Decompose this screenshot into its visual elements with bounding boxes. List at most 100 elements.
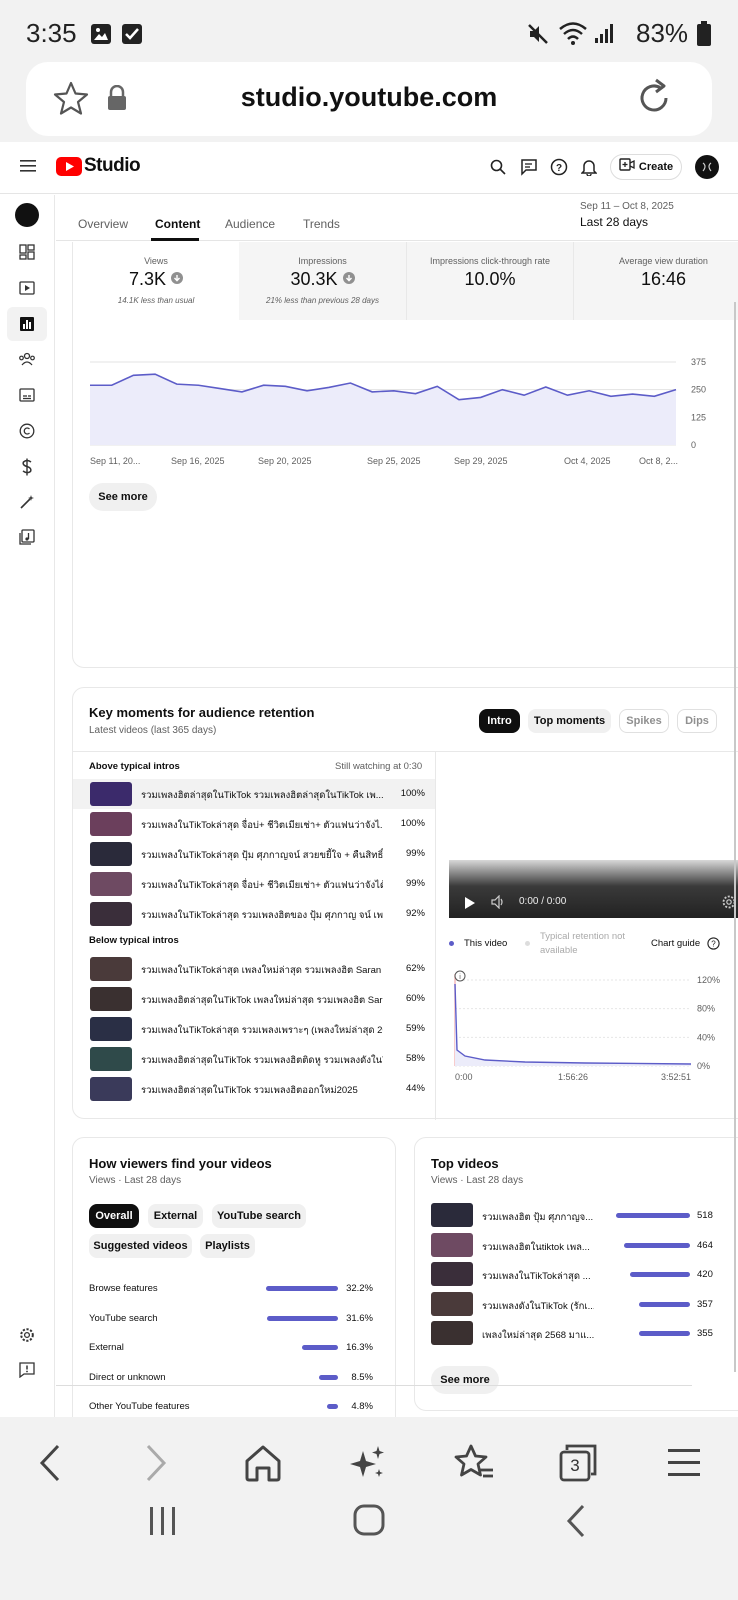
studio-page: Studio ? Create Overview Content Audienc…	[0, 142, 738, 1417]
metric-avd-label: Average view duration	[619, 256, 708, 266]
analytics-icon[interactable]	[19, 316, 35, 337]
retention-video-row[interactable]: รวมเพลงฮิตล่าสุดในTikTok รวมเพลงฮิตออกให…	[73, 1074, 435, 1104]
retention-video-row[interactable]: รวมเพลงในTikTokล่าสุด รวมเพลงฮิตของ ปุ้ม…	[73, 899, 435, 929]
top-video-row[interactable]: รวมเพลงฮิตในtiktok เพล... 464	[415, 1232, 738, 1258]
top-video-row[interactable]: เพลงใหม่ล่าสุด 2568 มาแ... 355	[415, 1320, 738, 1346]
channel-avatar[interactable]	[15, 203, 39, 227]
top-video-row[interactable]: รวมเพลงในTikTokล่าสุด ... 420	[415, 1261, 738, 1287]
retention-video-row[interactable]: รวมเพลงในTikTokล่าสุด เพลงใหม่ล่าสุด รวม…	[73, 954, 435, 984]
metric-views-value: 7.3K	[128, 269, 167, 289]
chip-external[interactable]: External	[148, 1204, 203, 1228]
battery-icon	[696, 21, 712, 52]
notifications-bell-icon[interactable]	[580, 158, 598, 181]
chip-top-moments[interactable]: Top moments	[528, 709, 611, 733]
page-scrollbar[interactable]	[734, 302, 736, 1372]
above-typical-heading: Above typical intros	[89, 761, 180, 772]
chip-youtube-search[interactable]: YouTube search	[212, 1204, 306, 1228]
see-more-button[interactable]: See more	[89, 483, 157, 511]
chart-guide-help-icon[interactable]: ?	[707, 937, 720, 955]
volume-icon[interactable]	[491, 894, 507, 914]
traffic-source-label: Direct or unknown	[89, 1371, 166, 1383]
search-icon[interactable]	[490, 159, 506, 180]
home-icon[interactable]	[243, 1444, 283, 1482]
retention-video-row[interactable]: รวมเพลงในTikTokล่าสุด จื่อบ่+ ชีวิตเมียเ…	[73, 809, 435, 839]
top-videos-see-more-button[interactable]: See more	[431, 1366, 499, 1394]
metric-views-label: Views	[144, 256, 168, 266]
left-rail	[0, 195, 55, 1417]
help-icon[interactable]: ?	[550, 158, 568, 181]
date-range-picker[interactable]: Sep 11 – Oct 8, 2025 Last 28 days	[580, 201, 730, 235]
system-home-icon[interactable]	[353, 1504, 385, 1541]
chip-intro[interactable]: Intro	[479, 709, 520, 733]
traffic-source-bar	[267, 1315, 338, 1321]
community-icon[interactable]	[18, 351, 36, 372]
retention-percent: 60%	[405, 993, 425, 1004]
retention-area	[455, 984, 691, 1066]
chip-spikes[interactable]: Spikes	[619, 709, 669, 733]
tabs-icon[interactable]: 3	[558, 1443, 598, 1483]
retention-video-row[interactable]: รวมเพลงในTikTokล่าสุด จื่อบ่+ ชีวิตเมียเ…	[73, 869, 435, 899]
copyright-icon[interactable]	[19, 423, 35, 444]
reload-icon[interactable]	[632, 76, 676, 125]
traffic-source-row: Direct or unknown 8.5%	[73, 1367, 397, 1391]
audio-library-icon[interactable]	[19, 529, 35, 550]
metric-views-tab[interactable]: Views 7.3K 14.1K less than usual	[73, 242, 239, 320]
create-label: Create	[638, 161, 674, 173]
retention-x-tick: 0:00	[455, 1072, 473, 1082]
video-title: รวมเพลงฮิตล่าสุดในTikTok รวมเพลงฮิตล่าสุ…	[141, 790, 383, 801]
dashboard-icon[interactable]	[19, 244, 35, 265]
send-feedback-icon[interactable]	[19, 1362, 35, 1383]
metric-avd-tab[interactable]: Average view duration 16:46	[573, 242, 738, 320]
earn-dollar-icon[interactable]	[20, 458, 34, 481]
views-y-tick: 375	[691, 357, 706, 367]
system-back-icon[interactable]	[566, 1504, 586, 1543]
retention-video-row[interactable]: รวมเพลงฮิตล่าสุดในTikTok เพลงใหม่ล่าสุด …	[73, 984, 435, 1014]
retention-video-row[interactable]: รวมเพลงฮิตล่าสุดในTikTok รวมเพลงฮิตติดหู…	[73, 1044, 435, 1074]
views-y-tick: 0	[691, 440, 696, 450]
account-avatar[interactable]	[695, 155, 719, 179]
tab-overview[interactable]: Overview	[78, 217, 128, 231]
youtube-logo-icon[interactable]	[56, 157, 82, 181]
chip-playlists[interactable]: Playlists	[200, 1234, 255, 1258]
traffic-source-label: Browse features	[89, 1283, 158, 1294]
play-icon[interactable]	[465, 896, 475, 914]
retention-video-row[interactable]: รวมเพลงฮิตล่าสุดในTikTok รวมเพลงฮิตล่าสุ…	[73, 779, 435, 809]
chart-guide-link[interactable]: Chart guide	[651, 938, 700, 949]
forward-icon[interactable]	[142, 1443, 170, 1483]
content-icon[interactable]	[19, 280, 35, 301]
feedback-icon[interactable]	[520, 158, 538, 181]
metric-ctr-tab[interactable]: Impressions click-through rate 10.0%	[406, 242, 573, 320]
legend-this-video: This video	[464, 938, 508, 949]
retention-info-icon[interactable]: i	[454, 970, 466, 982]
chip-overall[interactable]: Overall	[89, 1204, 139, 1228]
menu-icon[interactable]	[668, 1447, 700, 1479]
traffic-source-percent: 8.5%	[351, 1371, 373, 1383]
video-thumbnail	[431, 1321, 473, 1345]
subtitles-icon[interactable]	[19, 387, 35, 408]
settings-gear-icon[interactable]	[19, 1327, 35, 1348]
create-button[interactable]: Create	[610, 154, 682, 180]
tab-audience[interactable]: Audience	[225, 217, 275, 231]
traffic-source-label: YouTube search	[89, 1312, 158, 1324]
metric-impressions-tab[interactable]: Impressions 30.3K 21% less than previous…	[239, 242, 406, 320]
video-thumbnail	[90, 812, 132, 836]
video-player[interactable]: 0:00 / 0:00	[449, 860, 738, 918]
tab-content[interactable]: Content	[155, 217, 200, 231]
chip-suggested-videos[interactable]: Suggested videos	[89, 1234, 192, 1258]
bookmarks-icon[interactable]	[453, 1443, 495, 1483]
chip-dips[interactable]: Dips	[677, 709, 717, 733]
hamburger-menu-icon[interactable]	[20, 159, 36, 178]
top-video-title: เพลงใหม่ล่าสุด 2568 มาแ...	[482, 1330, 594, 1341]
url-bar[interactable]: studio.youtube.com	[26, 62, 712, 136]
url-text[interactable]: studio.youtube.com	[26, 82, 712, 113]
top-video-row[interactable]: รวมเพลงดังในTikTok (รักเ... 357	[415, 1291, 738, 1317]
traffic-sources-card: How viewers find your videos Views · Las…	[72, 1137, 396, 1417]
retention-video-row[interactable]: รวมเพลงในTikTokล่าสุด รวมเพลงเพราะๆ (เพล…	[73, 1014, 435, 1044]
tab-trends[interactable]: Trends	[303, 217, 340, 231]
retention-video-row[interactable]: รวมเพลงในTikTokล่าสุด ปุ้ม ศุภกาญจน์ สวย…	[73, 839, 435, 869]
ai-sparkle-icon[interactable]	[348, 1443, 388, 1483]
customization-wand-icon[interactable]	[19, 494, 35, 515]
recent-apps-icon[interactable]	[148, 1505, 178, 1542]
back-icon[interactable]	[36, 1443, 64, 1483]
top-video-row[interactable]: รวมเพลงฮิต ปุ้ม ศุภกาญจ... 518	[415, 1202, 738, 1228]
